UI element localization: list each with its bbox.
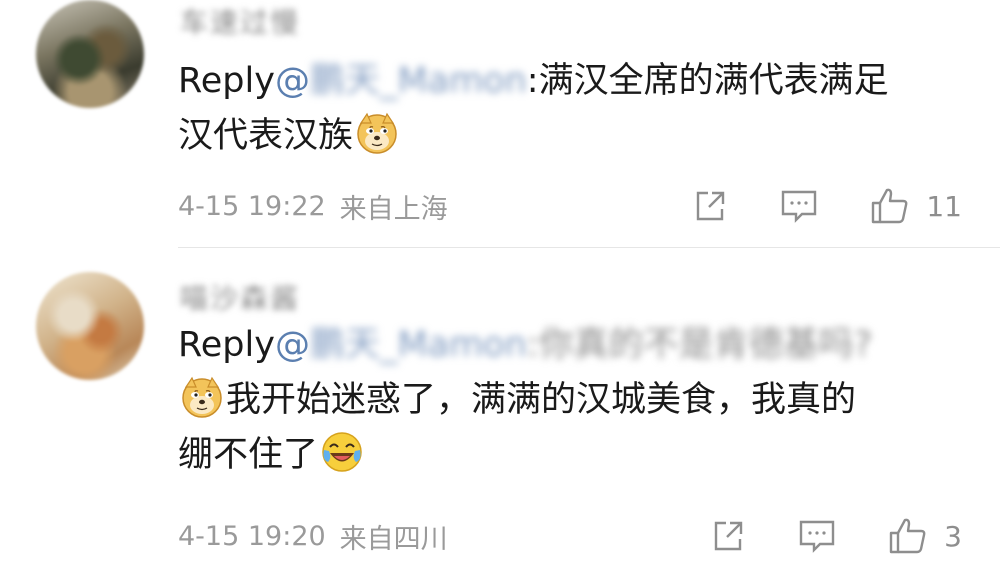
comment-actions: 3	[710, 516, 962, 556]
comment-date: 4-15 19:20	[178, 520, 326, 552]
like-count: 11	[926, 189, 962, 223]
username[interactable]: 车速过慢	[180, 4, 300, 39]
comment-icon	[782, 190, 817, 223]
avatar[interactable]	[36, 0, 144, 108]
comment-location: 来自上海	[339, 193, 448, 225]
share-icon	[697, 191, 725, 221]
like-button[interactable]: 11	[870, 186, 962, 226]
comment-location: 来自四川	[339, 523, 448, 555]
mention-suffix: :你真的不是肯德基吗?	[526, 325, 873, 365]
comment-item: 车速过慢 Reply@鹏天_Mamon:满汉全席的满代表满足 汉代表汉族 4-1…	[0, 0, 1000, 247]
like-count: 3	[944, 519, 962, 553]
comment-button[interactable]	[798, 518, 836, 554]
thumbs-up-icon	[889, 518, 926, 554]
avatar[interactable]	[36, 272, 144, 380]
comment-button[interactable]	[780, 188, 818, 224]
mention-at: @	[274, 325, 310, 365]
comment-text: Reply@鹏天_Mamon:你真的不是肯德基吗? 我开始迷惑了，满满的汉城美食…	[178, 318, 940, 483]
comment-actions: 11	[692, 186, 962, 226]
reply-label: Reply	[178, 61, 275, 101]
thumbs-up-icon	[872, 188, 908, 224]
comment-line-1: 满汉全席的满代表满足	[538, 61, 889, 101]
comment-item: 喵沙森酱 Reply@鹏天_Mamon:你真的不是肯德基吗? 我开始迷惑了，满满…	[0, 248, 1000, 571]
share-button[interactable]	[692, 188, 728, 224]
comment-line-2: 绷不住了	[178, 435, 319, 475]
mention-username[interactable]: 鹏天_Mamon	[310, 61, 527, 101]
doge-emoji-icon	[182, 376, 222, 418]
comment-meta: 4-15 19:22 来自上海	[178, 186, 448, 226]
share-icon	[714, 521, 743, 551]
mention-username[interactable]: 鹏天_Mamon	[310, 325, 527, 365]
share-button[interactable]	[710, 518, 746, 554]
comment-meta: 4-15 19:20 来自四川	[178, 516, 448, 556]
reply-label: Reply	[178, 325, 275, 365]
username[interactable]: 喵沙森酱	[180, 280, 300, 315]
comment-line-2: 汉代表汉族	[178, 116, 354, 156]
comment-icon	[799, 520, 835, 553]
mention-at: @	[274, 61, 310, 101]
laugh-cry-emoji-icon	[322, 432, 362, 472]
comment-date: 4-15 19:22	[178, 190, 326, 222]
comment-line-1: 我开始迷惑了，满满的汉城美食，我真的	[226, 380, 857, 420]
doge-emoji-icon	[357, 112, 397, 154]
comment-text: Reply@鹏天_Mamon:满汉全席的满代表满足 汉代表汉族	[178, 54, 940, 164]
mention-colon: :	[526, 61, 539, 101]
like-button[interactable]: 3	[888, 516, 962, 556]
